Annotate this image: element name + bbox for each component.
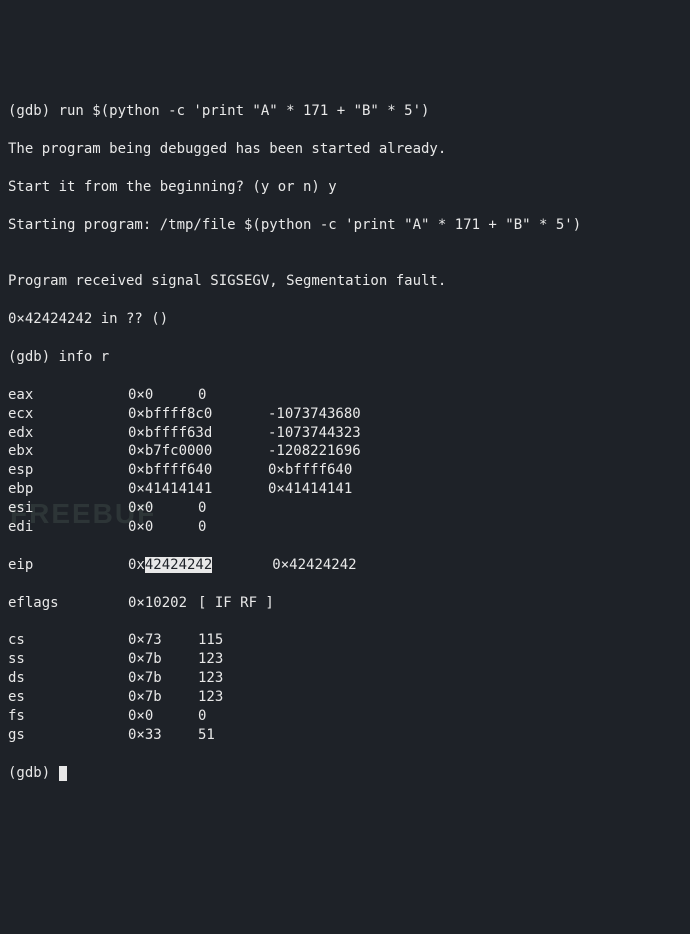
eip-highlight: 42424242 [145, 557, 212, 573]
reg-hex: 0×41414141 [128, 480, 268, 499]
reg-name: gs [8, 726, 128, 745]
reg-hex: 0×bffff640 [128, 461, 268, 480]
segment-row: ds0×7b123 [8, 669, 682, 688]
register-row-eflags: eflags0×10202[ IF RF ] [8, 594, 682, 613]
gdb-prompt: (gdb) [8, 765, 59, 781]
reg-hex: 0×0 [128, 386, 198, 405]
reg-hex: 0×b7fc0000 [128, 442, 268, 461]
reg-dec: 123 [198, 689, 223, 705]
gdb-prompt-line[interactable]: (gdb) [8, 764, 682, 783]
reg-hex: 0×0 [128, 707, 198, 726]
segment-row: ss0×7b123 [8, 650, 682, 669]
reg-name: edx [8, 424, 128, 443]
msg-restart-prompt: Start it from the beginning? (y or n) y [8, 178, 682, 197]
msg-sigsegv: Program received signal SIGSEGV, Segment… [8, 272, 682, 291]
reg-name: cs [8, 631, 128, 650]
reg-hex: 0×73 [128, 631, 198, 650]
register-row: edi0×00 [8, 518, 682, 537]
reg-dec: 115 [198, 632, 223, 648]
msg-crash-location: 0×42424242 in ?? () [8, 310, 682, 329]
reg-dec: 51 [198, 727, 215, 743]
segment-row: es0×7b123 [8, 688, 682, 707]
segment-row: fs0×00 [8, 707, 682, 726]
reg-name: ecx [8, 405, 128, 424]
register-row: esi0×00 [8, 499, 682, 518]
reg-dec: 0×41414141 [268, 481, 352, 497]
register-row: ebp0×414141410×41414141 [8, 480, 682, 499]
reg-dec: 0 [198, 519, 206, 535]
reg-hex: 0×bffff8c0 [128, 405, 268, 424]
reg-name: es [8, 688, 128, 707]
reg-dec: 123 [198, 651, 223, 667]
register-row: esp0×bffff6400×bffff640 [8, 461, 682, 480]
reg-name: ebx [8, 442, 128, 461]
segment-row: gs0×3351 [8, 726, 682, 745]
reg-name: edi [8, 518, 128, 537]
register-row: eax0×00 [8, 386, 682, 405]
reg-name: ebp [8, 480, 128, 499]
reg-hex: 0×0 [128, 518, 198, 537]
gdb-run-line: (gdb) run $(python -c 'print "A" * 171 +… [8, 102, 682, 121]
reg-name: fs [8, 707, 128, 726]
reg-hex: 0×7b [128, 669, 198, 688]
reg-hex: 0×33 [128, 726, 198, 745]
reg-hex: 0×7b [128, 650, 198, 669]
reg-name: eflags [8, 594, 128, 613]
reg-dec: -1208221696 [268, 443, 361, 459]
cursor-icon [59, 766, 67, 781]
register-row: ebx0×b7fc0000-1208221696 [8, 442, 682, 461]
reg-name: esp [8, 461, 128, 480]
reg-dec: 123 [198, 670, 223, 686]
reg-dec: -1073744323 [268, 425, 361, 441]
register-row-eip: eip0x424242420×42424242 [8, 556, 682, 575]
reg-dec: 0 [198, 500, 206, 516]
gdb-info-r-line: (gdb) info r [8, 348, 682, 367]
reg-dec: 0×42424242 [212, 556, 356, 575]
reg-dec: [ IF RF ] [198, 595, 274, 611]
reg-name: eip [8, 556, 128, 575]
segment-row: cs0×73115 [8, 631, 682, 650]
reg-dec: 0×bffff640 [268, 462, 352, 478]
reg-name: esi [8, 499, 128, 518]
register-row: edx0×bffff63d-1073744323 [8, 424, 682, 443]
reg-hex: 0×7b [128, 688, 198, 707]
terminal-output[interactable]: (gdb) run $(python -c 'print "A" * 171 +… [8, 84, 682, 802]
msg-starting-program: Starting program: /tmp/file $(python -c … [8, 216, 682, 235]
reg-name: eax [8, 386, 128, 405]
reg-dec: 0 [198, 387, 206, 403]
reg-hex: 0×bffff63d [128, 424, 268, 443]
reg-dec: 0 [198, 708, 206, 724]
reg-name: ss [8, 650, 128, 669]
reg-hex-prefix: 0x [128, 557, 145, 573]
msg-already-started: The program being debugged has been star… [8, 140, 682, 159]
reg-hex: 0×10202 [128, 594, 198, 613]
reg-dec: -1073743680 [268, 406, 361, 422]
reg-name: ds [8, 669, 128, 688]
register-row: ecx0×bffff8c0-1073743680 [8, 405, 682, 424]
reg-hex: 0×0 [128, 499, 198, 518]
